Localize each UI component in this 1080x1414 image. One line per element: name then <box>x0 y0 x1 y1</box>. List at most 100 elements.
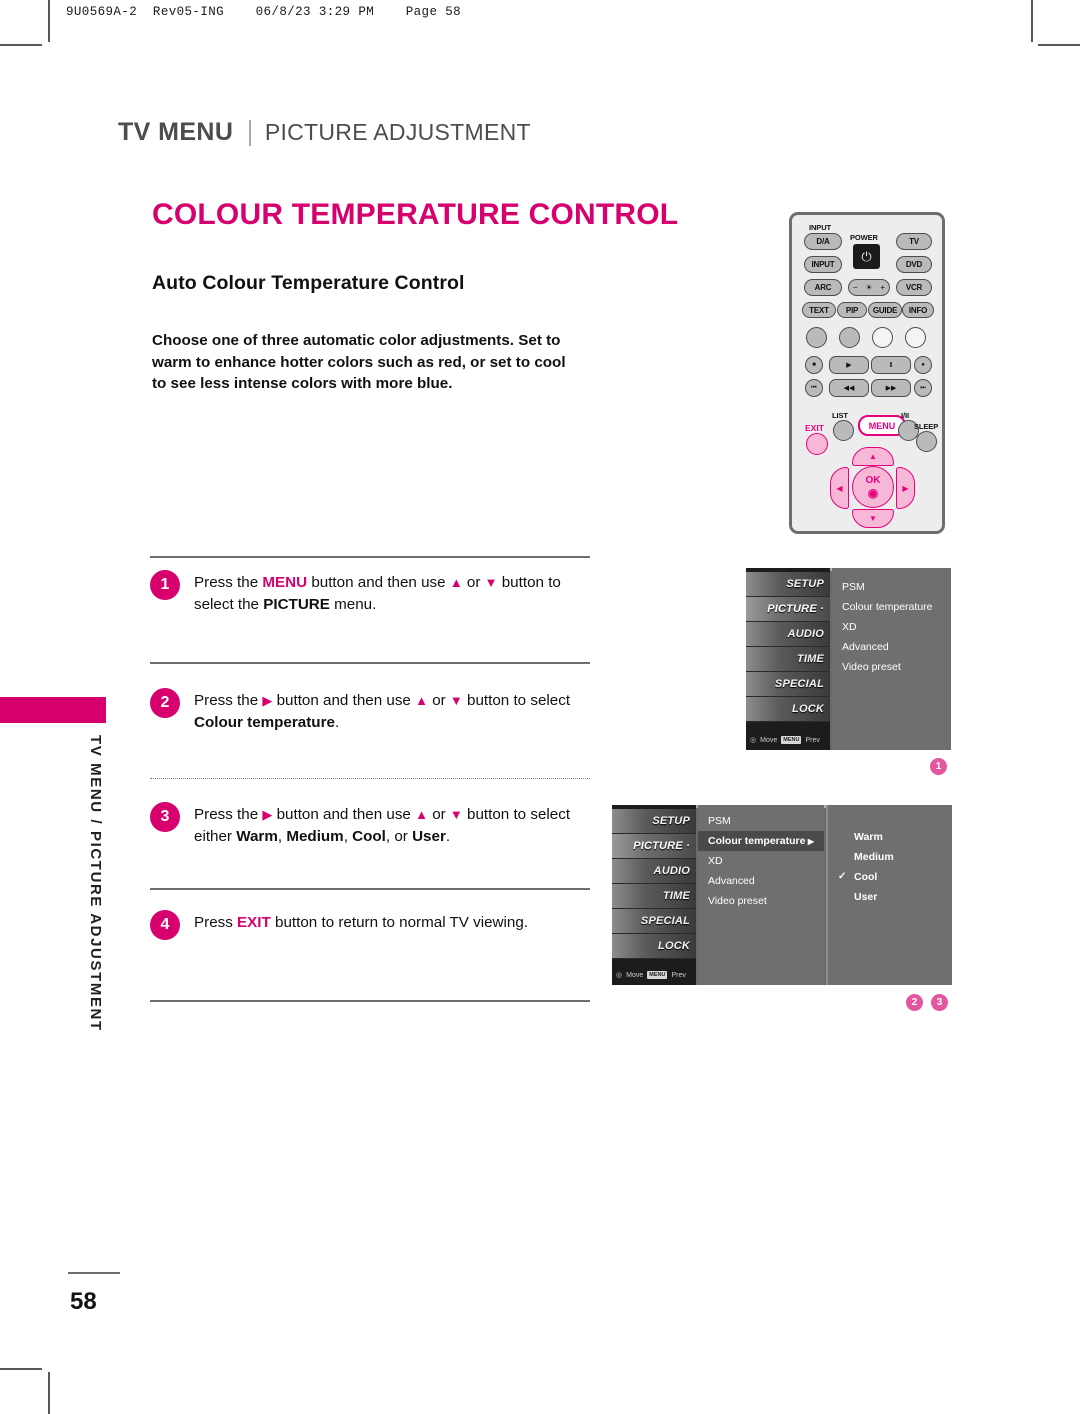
remote-button-guide[interactable]: GUIDE <box>868 302 902 318</box>
osd2-option[interactable]: Warm <box>828 827 952 847</box>
remote-button-text[interactable]: TEXT <box>802 302 836 318</box>
remote-button-play[interactable]: ▶ <box>829 356 869 374</box>
osd2-hint-move: Move <box>626 971 644 979</box>
nav-left-icon: ◀ <box>836 483 843 493</box>
osd1-menu-item[interactable]: Video preset <box>832 657 951 677</box>
remote-button-next[interactable]: ⏭ <box>914 379 932 397</box>
menu-icon-label: SPECIAL <box>774 678 824 690</box>
osd2-menu-icon-audio[interactable]: AUDIO <box>612 859 696 884</box>
crop-mark-top-left-h <box>0 44 42 46</box>
remote-button-fastforward[interactable]: ▶▶ <box>871 379 911 397</box>
remote-colour-key-yellow[interactable] <box>872 327 893 348</box>
remote-button-power[interactable]: ⏻ <box>853 244 880 269</box>
callout-badge-3: 3 <box>931 994 948 1011</box>
osd1-menu-icon-setup[interactable]: SETUP <box>746 572 830 597</box>
osd2-menu-item-label: XD <box>708 855 723 867</box>
remote-button-pip[interactable]: PIP <box>837 302 867 318</box>
callout-badge-2: 2 <box>906 994 923 1011</box>
crop-mark-top-right <box>1031 0 1033 42</box>
remote-navigation-pad: ▲ ▼ ◀ ▶ OK ◉ <box>830 447 915 528</box>
osd2-menu-item[interactable]: Advanced <box>698 871 824 891</box>
osd2-menu-icon-setup[interactable]: SETUP <box>612 809 696 834</box>
osd2-menu-item-label: Advanced <box>708 875 755 887</box>
remote-button-previous[interactable]: ⏮ <box>805 379 823 397</box>
osd2-icon-column: SETUP PICTURE · AUDIO TIME SPECIAL LOCK ◎ Mov… <box>612 805 696 985</box>
osd1-menu-item[interactable]: PSM <box>832 577 951 597</box>
osd1-hint-move: Move <box>760 736 778 744</box>
remote-button-sleep[interactable] <box>916 431 937 452</box>
arrow-icon: ▲ <box>449 575 463 590</box>
osd1-menu-item[interactable]: Colour temperature <box>832 597 951 617</box>
step-text-run: or <box>427 806 450 823</box>
step-divider <box>150 888 590 890</box>
nav-up-icon: ▲ <box>869 452 877 461</box>
menu-icon-label: TIME <box>662 890 690 902</box>
step-text-run: button and then use <box>272 692 416 709</box>
arrow-icon: ▲ <box>415 693 428 708</box>
remote-button-pause[interactable]: Ⅱ <box>871 356 911 374</box>
step-text-run: . <box>334 714 340 731</box>
osd1-menu-icon-audio[interactable]: AUDIO <box>746 622 830 647</box>
osd2-menu-item[interactable]: PSM <box>698 811 824 831</box>
remote-colour-key-blue[interactable] <box>905 327 926 348</box>
step-text: Press the MENU button and then use ▲ or … <box>194 570 590 616</box>
remote-colour-key-green[interactable] <box>839 327 860 348</box>
osd1-menu-icon-picture[interactable]: PICTURE · <box>746 597 830 622</box>
osd2-menu-icon-picture[interactable]: PICTURE · <box>612 834 696 859</box>
print-header: 9U0569A-2 Rev05-ING 06/8/23 3:29 PM Page… <box>66 5 462 19</box>
remote-button-vcr[interactable]: VCR <box>896 279 932 296</box>
osd-screenshot-step1: SETUP PICTURE · AUDIO TIME SPECIAL LOCK ◎ Mov… <box>746 568 951 750</box>
osd1-menu-icon-time[interactable]: TIME <box>746 647 830 672</box>
intro-paragraph: Choose one of three automatic color adju… <box>152 332 566 392</box>
remote-button-arc[interactable]: ARC <box>804 279 842 296</box>
menu-icon-label: SETUP <box>652 815 690 827</box>
step-text-run: button to return to normal TV viewing. <box>270 914 529 931</box>
instruction-step-2: 2 Press the ▶ button and then use ▲ or ▼ … <box>150 688 590 734</box>
osd1-move-icon: ◎ <box>750 737 757 744</box>
remote-colour-key-red[interactable] <box>806 327 827 348</box>
page-kicker: TV MENU PICTURE ADJUSTMENT <box>118 118 531 147</box>
remote-button-list[interactable] <box>833 420 854 441</box>
nav-up-button[interactable]: ▲ <box>852 447 894 466</box>
osd2-menu-item-selected[interactable]: Colour temperature ▶ <box>698 831 824 851</box>
crop-mark-bottom-left-h <box>0 1368 42 1370</box>
remote-button-ok[interactable]: OK ◉ <box>852 466 894 508</box>
step-text-run: button <box>497 574 549 591</box>
menu-icon-label: AUDIO <box>787 628 824 640</box>
remote-button-tv[interactable]: TV <box>896 233 932 250</box>
check-icon: ✓ <box>838 871 847 882</box>
osd2-menu-icon-lock[interactable]: LOCK <box>612 934 696 959</box>
nav-left-button[interactable]: ◀ <box>830 467 849 509</box>
remote-button-rewind[interactable]: ◀◀ <box>829 379 869 397</box>
osd1-menu-item[interactable]: XD <box>832 617 951 637</box>
remote-input-label: INPUT <box>809 223 832 232</box>
osd1-menu-item[interactable]: Advanced <box>832 637 951 657</box>
osd1-hint-key: MENU <box>781 736 802 744</box>
osd2-option-checked[interactable]: ✓ Cool <box>828 867 952 887</box>
remote-button-exit[interactable] <box>806 433 828 455</box>
nav-right-button[interactable]: ▶ <box>896 467 915 509</box>
osd2-menu-icon-time[interactable]: TIME <box>612 884 696 909</box>
nav-down-button[interactable]: ▼ <box>852 509 894 528</box>
osd1-menu-icon-lock[interactable]: LOCK <box>746 697 830 722</box>
step-text-run: Press <box>194 914 238 931</box>
remote-button-info[interactable]: INFO <box>902 302 934 318</box>
ok-label: OK <box>865 474 881 486</box>
remote-button-dvd[interactable]: DVD <box>896 256 932 273</box>
arrow-icon: ▼ <box>449 693 463 708</box>
osd2-option[interactable]: User <box>828 887 952 907</box>
menu-icon-label: SPECIAL <box>640 915 690 927</box>
osd2-menu-item[interactable]: XD <box>698 851 824 871</box>
step-text-run: Press the <box>194 692 263 709</box>
remote-button-record[interactable]: ● <box>914 356 932 374</box>
osd2-option[interactable]: Medium <box>828 847 952 867</box>
remote-button-da[interactable]: D/A <box>804 233 842 250</box>
osd2-option-label: User <box>854 891 878 903</box>
remote-button-stop[interactable]: ■ <box>805 356 823 374</box>
step-text-run: MENU <box>262 574 308 591</box>
osd1-menu-icon-special[interactable]: SPECIAL <box>746 672 830 697</box>
remote-brightness-control[interactable]: − ☀ + <box>848 279 890 296</box>
osd2-menu-icon-special[interactable]: SPECIAL <box>612 909 696 934</box>
osd2-menu-item[interactable]: Video preset <box>698 891 824 911</box>
remote-button-input[interactable]: INPUT <box>804 256 842 273</box>
